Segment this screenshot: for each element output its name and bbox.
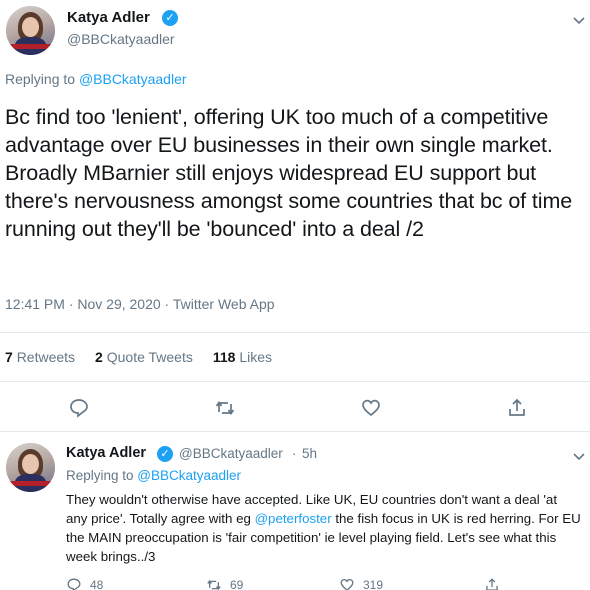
- chevron-down-icon[interactable]: [572, 449, 586, 463]
- reply-icon[interactable]: [68, 397, 90, 419]
- mention-link[interactable]: @peterfoster: [255, 511, 332, 526]
- replying-to: Replying to @BBCkatyaadler: [5, 71, 187, 87]
- reply-text: They wouldn't otherwise have accepted. L…: [66, 492, 581, 564]
- tweet-stats: 7 Retweets 2 Quote Tweets 118 Likes: [5, 349, 272, 365]
- share-icon[interactable]: [506, 397, 528, 419]
- retweet-icon: [207, 579, 221, 590]
- divider: [0, 381, 590, 382]
- divider: [0, 431, 590, 432]
- replying-to-link[interactable]: @BBCkatyaadler: [137, 468, 241, 483]
- share-icon: [486, 578, 498, 590]
- likes-stat[interactable]: 118 Likes: [213, 349, 272, 365]
- author-handle[interactable]: @BBCkatyaadler: [67, 31, 175, 47]
- avatar[interactable]: [6, 6, 55, 55]
- replying-to: Replying to @BBCkatyaadler: [66, 468, 242, 483]
- retweet-action[interactable]: 69: [206, 577, 243, 590]
- tweet-timestamp[interactable]: 12:41 PM · Nov 29, 2020 · Twitter Web Ap…: [5, 296, 275, 312]
- reply-time[interactable]: 5h: [302, 446, 317, 461]
- quote-tweets-stat[interactable]: 2 Quote Tweets: [95, 349, 193, 365]
- share-action[interactable]: [484, 577, 500, 590]
- main-tweet: Katya Adler ✓ @BBCkatyaadler Replying to…: [0, 0, 590, 432]
- reply-tweet[interactable]: Katya Adler ✓ @BBCkatyaadler · 5h Replyi…: [0, 433, 590, 590]
- like-action[interactable]: 319: [339, 577, 383, 590]
- separator-dot: ·: [292, 446, 297, 461]
- tweet-actions: [0, 395, 590, 423]
- retweet-icon[interactable]: [214, 397, 236, 419]
- reply-action[interactable]: 48: [66, 577, 103, 590]
- retweet-count: 69: [230, 578, 244, 590]
- verified-badge-icon: ✓: [157, 446, 173, 462]
- author-name[interactable]: Katya Adler: [66, 445, 146, 461]
- retweets-stat[interactable]: 7 Retweets: [5, 349, 75, 365]
- reply-actions: 48 69 319: [66, 577, 536, 590]
- heart-icon: [340, 578, 354, 590]
- reply-icon: [67, 578, 81, 590]
- divider: [0, 332, 590, 333]
- reply-count: 48: [90, 578, 104, 590]
- author-handle[interactable]: @BBCkatyaadler: [179, 446, 283, 461]
- avatar[interactable]: [6, 443, 55, 492]
- like-count: 319: [363, 578, 384, 590]
- verified-badge-icon: ✓: [162, 10, 178, 26]
- tweet-text: Bc find too 'lenient', offering UK too m…: [5, 105, 573, 241]
- replying-to-link[interactable]: @BBCkatyaadler: [79, 71, 187, 87]
- author-name[interactable]: Katya Adler: [67, 9, 150, 26]
- chevron-down-icon[interactable]: [572, 13, 586, 27]
- heart-icon[interactable]: [360, 397, 382, 419]
